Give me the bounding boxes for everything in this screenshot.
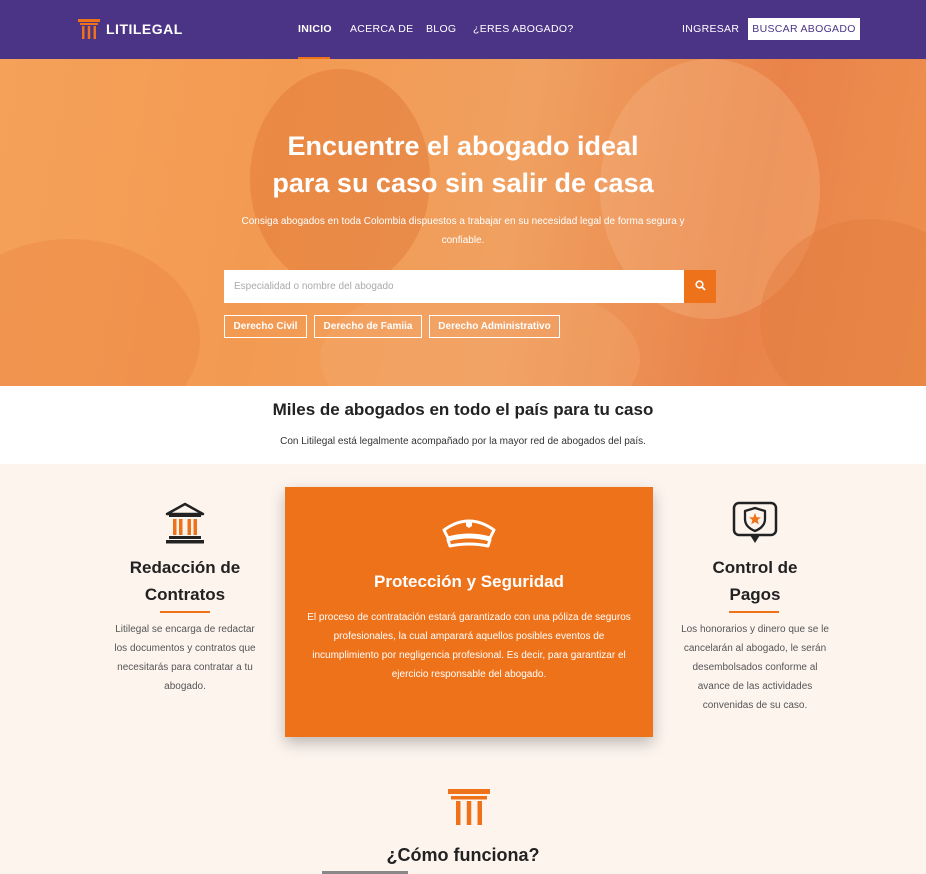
chip-derecho-administrativo[interactable]: Derecho Administrativo — [429, 315, 560, 338]
network-section: Miles de abogados en todo el país para t… — [0, 386, 926, 464]
feature-title-contratos-line-1: Redacción de — [129, 558, 241, 577]
search-button[interactable] — [684, 270, 716, 303]
police-cap-icon — [440, 514, 498, 555]
column-logo-icon — [448, 789, 490, 830]
feature-description-contratos: Litilegal se encarga de redactar los doc… — [114, 624, 256, 692]
feature-title-contratos: Redacción de Contratos — [100, 554, 270, 608]
hero-banner: Encuentre el abogado ideal para su caso … — [0, 59, 926, 386]
column-logo-icon — [78, 19, 100, 39]
feature-divider — [729, 611, 779, 613]
feature-title-pagos-line-2: Pagos — [729, 585, 781, 604]
top-navbar: LITILEGAL INICIO ACERCA DE BLOG ¿ERES AB… — [0, 0, 926, 59]
courthouse-icon — [165, 502, 205, 549]
nav-link-eres-abogado[interactable]: ¿ERES ABOGADO? — [473, 23, 573, 35]
shield-star-badge-icon — [732, 501, 778, 550]
login-link[interactable]: INGRESAR — [682, 23, 739, 35]
como-funciona-title: ¿Cómo funciona? — [386, 845, 540, 865]
nav-link-acerca-de[interactable]: ACERCA DE — [350, 23, 413, 35]
lawyer-search-input[interactable] — [224, 270, 684, 303]
feature-description-pagos: Los honorarios y dinero que se le cancel… — [681, 624, 829, 711]
feature-card-proteccion: Protección y Seguridad El proceso de con… — [285, 487, 653, 737]
feature-title-proteccion: Protección y Seguridad — [374, 572, 564, 591]
feature-description-proteccion: El proceso de contratación estará garant… — [307, 612, 631, 680]
nav-link-blog[interactable]: BLOG — [426, 23, 456, 35]
feature-divider — [160, 611, 210, 613]
hero-title: Encuentre el abogado ideal para su caso … — [0, 128, 926, 202]
chip-derecho-civil[interactable]: Derecho Civil — [224, 315, 307, 338]
network-title: Miles de abogados en todo el país para t… — [272, 400, 654, 419]
hero-title-line-2: para su caso sin salir de casa — [272, 168, 654, 198]
feature-title-pagos-line-1: Control de — [712, 558, 798, 577]
search-icon — [694, 279, 706, 294]
network-subtitle: Con Litilegal está legalmente acompañado… — [280, 436, 646, 447]
feature-title-contratos-line-2: Contratos — [144, 585, 226, 604]
feature-title-pagos: Control de Pagos — [670, 554, 840, 608]
hero-subtitle: Consiga abogados en toda Colombia dispue… — [241, 216, 685, 246]
brand-logo[interactable]: LITILEGAL — [78, 19, 183, 39]
chip-derecho-familia[interactable]: Derecho de Famiia — [314, 315, 422, 338]
hero-title-line-1: Encuentre el abogado ideal — [287, 131, 639, 161]
nav-link-inicio[interactable]: INICIO — [298, 23, 332, 35]
buscar-abogado-button[interactable]: BUSCAR ABOGADO — [748, 18, 860, 40]
brand-name: LITILEGAL — [106, 21, 183, 37]
